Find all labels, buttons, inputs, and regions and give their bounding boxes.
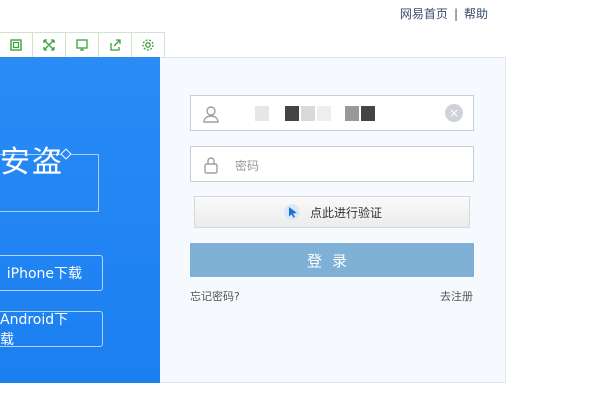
toolbar bbox=[0, 32, 165, 58]
iphone-download-button[interactable]: iPhone下载 bbox=[0, 255, 103, 291]
share-icon bbox=[110, 39, 121, 51]
android-download-button[interactable]: Android下载 bbox=[0, 311, 103, 348]
settings-icon bbox=[142, 39, 154, 51]
user-icon bbox=[203, 106, 219, 123]
screen-button[interactable] bbox=[66, 33, 99, 57]
link-separator: | bbox=[453, 6, 458, 21]
forgot-password-link[interactable]: 忘记密码? bbox=[190, 288, 240, 304]
password-field[interactable]: 密码 bbox=[190, 146, 474, 182]
register-link[interactable]: 去注册 bbox=[440, 288, 473, 304]
masked-username bbox=[285, 106, 299, 121]
settings-button[interactable] bbox=[132, 33, 164, 57]
captcha-verify-button[interactable]: 点此进行验证 bbox=[194, 196, 470, 228]
verify-label: 点此进行验证 bbox=[309, 205, 382, 220]
netease-home-link[interactable]: 网易首页 bbox=[400, 5, 448, 22]
lock-icon bbox=[204, 157, 218, 174]
clear-input-icon[interactable]: × bbox=[445, 104, 463, 122]
masked-username bbox=[317, 106, 331, 121]
expand-button[interactable] bbox=[33, 33, 66, 57]
share-button[interactable] bbox=[99, 33, 132, 57]
login-button[interactable]: 登录 bbox=[190, 243, 474, 277]
username-field[interactable]: × bbox=[190, 95, 474, 131]
promo-panel: 安盗 iPhone下载 Android下载 bbox=[0, 57, 160, 383]
help-link[interactable]: 帮助 bbox=[464, 5, 488, 22]
expand-icon bbox=[43, 39, 55, 51]
login-form: × 密码 点此进行验证 登录 忘记密码? 去注册 bbox=[160, 57, 506, 383]
promo-headline: 安盗 bbox=[0, 145, 64, 180]
screen-icon bbox=[76, 39, 88, 51]
pointer-icon bbox=[283, 204, 300, 220]
restore-button[interactable] bbox=[0, 33, 33, 57]
masked-username bbox=[255, 106, 269, 121]
masked-username bbox=[361, 106, 375, 121]
restore-icon bbox=[10, 39, 22, 51]
masked-username bbox=[301, 106, 315, 121]
password-placeholder: 密码 bbox=[235, 159, 260, 173]
top-links: 网易首页 | 帮助 bbox=[400, 5, 488, 22]
masked-username bbox=[345, 106, 359, 121]
